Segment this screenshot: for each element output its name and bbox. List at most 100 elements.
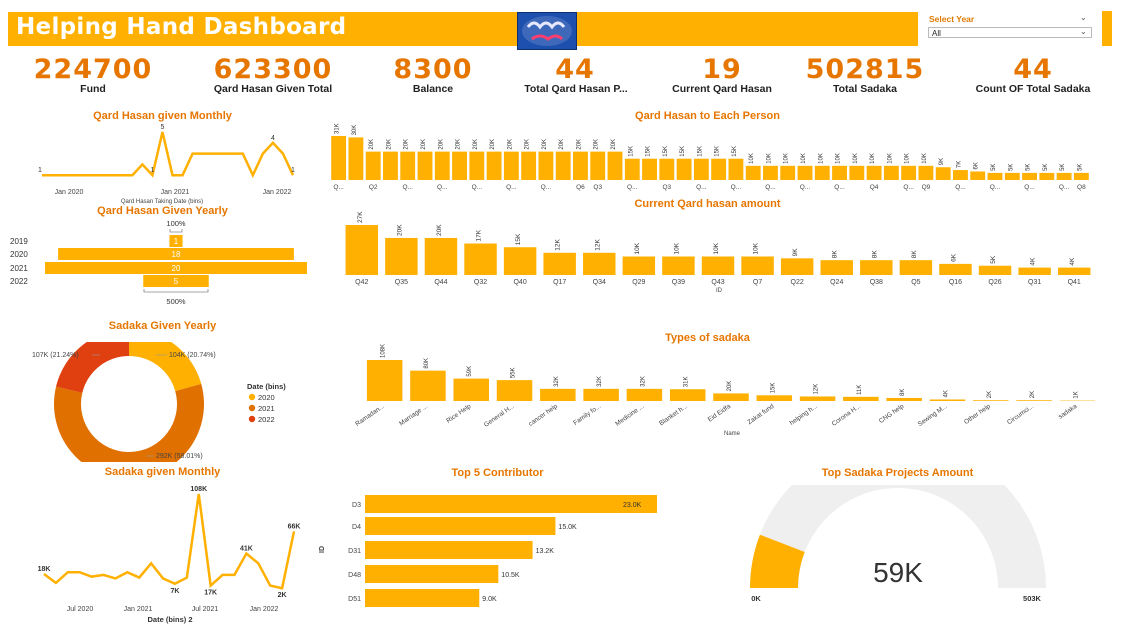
bar-value-label: 20K <box>490 139 496 150</box>
bar <box>939 263 972 275</box>
x-tick-label: Jan 2021 <box>161 189 190 196</box>
bar <box>496 380 533 401</box>
bar <box>540 388 576 401</box>
x-category-label: Q31 <box>1028 279 1041 286</box>
bar <box>434 151 450 180</box>
bar <box>849 165 865 180</box>
x-axis-label: Name <box>724 431 741 437</box>
bar <box>1039 172 1055 180</box>
bar <box>365 517 556 535</box>
bar-value-label: 7K <box>956 161 962 168</box>
x-category-label: Q17 <box>553 279 566 286</box>
kpi-total-sadaka-value: 502815 <box>805 54 925 85</box>
bar-value-label: 6K <box>974 162 980 169</box>
x-category-label: Zakat fund <box>746 403 775 427</box>
bar-value-label: 5K <box>1043 164 1049 171</box>
funnel-category-label: 2020 <box>10 250 28 259</box>
bar <box>814 165 830 180</box>
kpi-current-qh-value: 19 <box>702 54 742 85</box>
bar-value-label: 10K <box>905 153 911 164</box>
select-year-label: Select Year <box>929 14 975 24</box>
x-category-label: Q... <box>834 184 845 191</box>
bar <box>365 565 499 583</box>
bar-value-label: 20K <box>559 139 565 150</box>
bar-value-label: 80K <box>424 358 430 369</box>
bar-value-label: 20K <box>525 139 531 150</box>
x-category-label: Q22 <box>791 279 804 286</box>
bar <box>843 396 879 401</box>
kpi-total-qh-persons-value: 44 <box>555 54 595 85</box>
select-year-dropdown[interactable]: All <box>928 27 1092 38</box>
bar <box>973 400 1009 401</box>
bar-value-label: 10K <box>853 153 859 164</box>
bar <box>935 167 951 180</box>
bar <box>780 258 814 275</box>
chevron-down-icon[interactable]: ⌄ <box>1080 13 1087 22</box>
bar-value-label: 6K <box>950 253 957 262</box>
bar-value-label: 4K <box>1069 257 1076 266</box>
y-category-label: D31 <box>348 548 361 555</box>
bar-value-label: 20K <box>369 139 375 150</box>
bar-value-label: 12K <box>814 384 820 395</box>
x-category-label: Q16 <box>949 279 962 286</box>
bar <box>583 252 616 275</box>
data-label: 41K <box>240 546 253 553</box>
bar <box>669 389 706 401</box>
bar <box>348 137 364 180</box>
bar-value-label: 20K <box>404 139 410 150</box>
x-category-label: Q9 <box>922 184 931 191</box>
x-category-label: Q... <box>541 184 552 191</box>
bar-value-label: 55K <box>511 367 517 378</box>
x-category-label: Other help <box>963 403 992 426</box>
x-axis-label: Date (bins) 2 <box>147 615 192 624</box>
bar <box>424 237 458 275</box>
data-label: 66K <box>288 523 301 530</box>
bar <box>820 260 853 275</box>
y-axis-label: ID <box>319 546 326 553</box>
funnel-top-pct: 100% <box>166 219 186 228</box>
bar-value-label: 15K <box>663 146 669 157</box>
x-category-label: Q... <box>955 184 966 191</box>
bar <box>987 172 1003 180</box>
bar <box>555 151 571 180</box>
bar <box>624 158 640 180</box>
bar-value-label: 9.0K <box>482 596 497 603</box>
x-category-label: Q... <box>627 184 638 191</box>
x-category-label: Q... <box>903 184 914 191</box>
bar-value-label: 15.0K <box>558 524 577 531</box>
legend-title: Date (bins) <box>247 382 286 391</box>
bar-value-label: 23.0K <box>623 502 642 509</box>
data-label: 18K <box>38 566 51 573</box>
bar-value-label: 10K <box>818 153 824 164</box>
chevron-down-icon[interactable]: ⌄ <box>1080 27 1087 36</box>
bar-value-label: 10K <box>887 153 893 164</box>
x-category-label: Q39 <box>672 279 685 286</box>
bar <box>543 252 576 275</box>
funnel-category-label: 2021 <box>10 264 28 273</box>
bar <box>503 247 537 275</box>
bar <box>799 396 836 401</box>
x-category-label: Q... <box>731 184 742 191</box>
bar <box>701 256 735 275</box>
bar-value-label: 5K <box>1060 164 1066 171</box>
funnel-value-label: 1 <box>174 237 179 246</box>
x-category-label: Sewing M... <box>917 403 949 428</box>
bar-value-label: 8K <box>832 250 839 259</box>
bar <box>953 170 968 180</box>
kpi-balance-value: 8300 <box>393 54 473 85</box>
qh-person-bar-chart: 31K Q... 30K 20K Q2 20K 20K Q... 20K 20K Q... 20K 20… <box>331 123 1089 191</box>
bar-value-label: 20K <box>396 224 403 236</box>
bar-value-label: 31K <box>335 123 341 134</box>
bar <box>365 495 657 513</box>
bar-value-label: 32K <box>597 376 603 387</box>
x-tick-label: Jul 2020 <box>67 606 94 613</box>
current-qh-bar-chart: 27K Q42 20K Q35 20K Q44 17K Q32 15K Q40 12K Q17 12K Q… <box>345 211 1091 294</box>
kpi-total-qh-persons-label: Total Qard Hasan P... <box>524 83 628 95</box>
x-category-label: Eid Eidfa <box>707 403 733 424</box>
x-category-label: Blanket h... <box>658 403 689 427</box>
bar <box>832 165 847 180</box>
x-category-label: Q... <box>472 184 483 191</box>
qh-yearly-funnel-chart: 1201918202020202152022100%500% <box>10 219 307 306</box>
x-category-label: Q... <box>696 184 707 191</box>
x-category-label: cancer help <box>527 403 559 428</box>
